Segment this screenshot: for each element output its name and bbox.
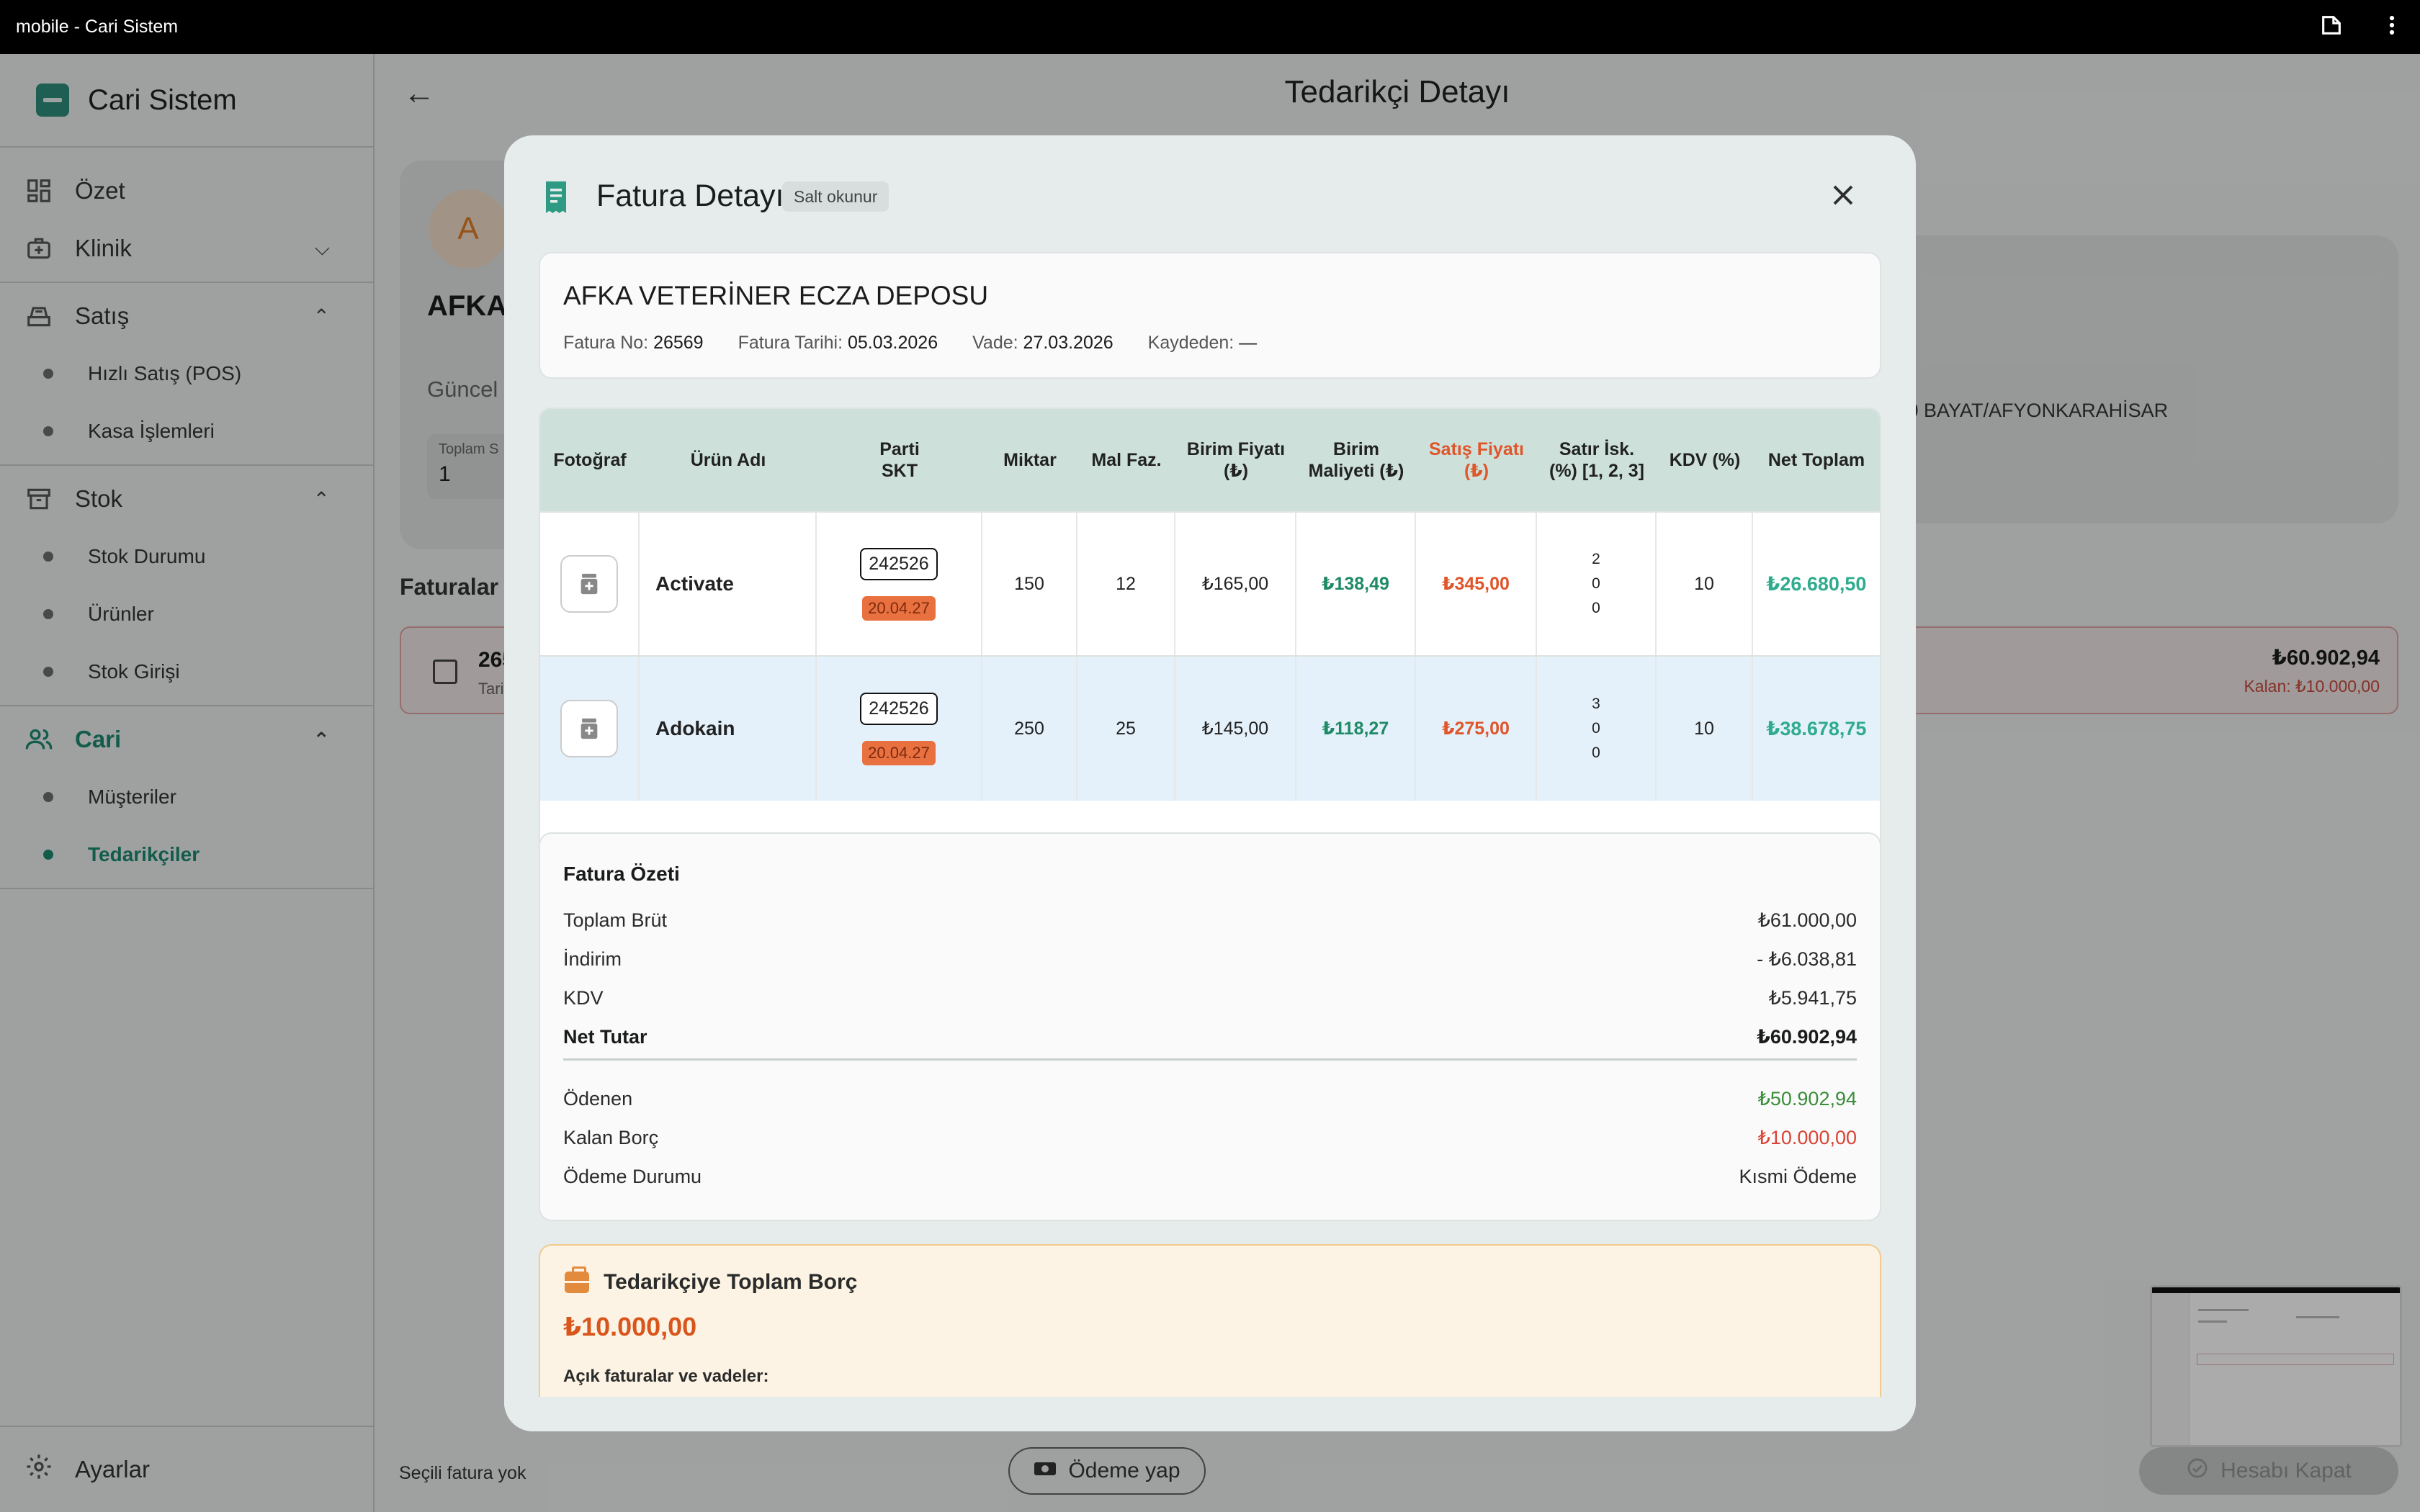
dialog-bottom-edge [504,1397,1916,1431]
col-sale-price-header: Satış Fiyatı (₺) [1429,439,1524,481]
invoice-no: Fatura No: 26569 [563,333,704,353]
col-unit-price-cell: ₺145,00 [1175,657,1296,801]
invoice-summary-card: Fatura Özeti Toplam Brüt ₺61.000,00 İndir… [539,832,1881,1221]
col-lot-expiry-header: Parti SKT [879,439,920,481]
col-quantity-cell: 150 [982,513,1077,655]
more-vert-icon[interactable] [2380,13,2404,42]
discount-value: 0 [1592,720,1600,737]
col-lot-expiry-cell: 242526 20.04.27 [817,513,982,655]
divider [563,1058,1857,1061]
discount-value: 0 [1592,600,1600,616]
col-unit-price-cell: ₺165,00 [1175,513,1296,655]
summary-row-vat: KDV ₺5.941,75 [563,987,1857,1009]
col-photo-cell [540,513,640,655]
debt-title: Tedarikçiye Toplam Borç [604,1270,858,1294]
discount-value: 2 [1592,551,1600,567]
debt-amount: ₺10.000,00 [563,1312,697,1341]
close-icon[interactable] [1818,170,1868,220]
col-line-discount-cell: 2 0 0 [1537,513,1657,655]
col-vat-cell: 10 [1657,657,1753,801]
col-photo-header: Fotoğraf [553,450,627,470]
table-row[interactable]: Activate 242526 20.04.27 150 12 ₺165,00 ₺138,4… [540,511,1880,655]
expiry-badge: 20.04.27 [862,740,936,765]
product-photo-placeholder[interactable] [560,700,618,757]
col-vat-cell: 10 [1657,513,1753,655]
col-sale-price-cell: ₺345,00 [1416,513,1537,655]
lot-number: 242526 [860,692,938,725]
summary-row-remaining: Kalan Borç ₺10.000,00 [563,1127,1857,1148]
col-unit-cost-header: Birim Maliyeti (₺) [1308,439,1404,481]
col-unit-price-header: Birim Fiyatı (₺) [1186,439,1286,481]
summary-row-paid: Ödenen ₺50.902,94 [563,1088,1857,1110]
invoice-detail-dialog: Fatura Detayı Salt okunur AFKA VETERİNER… [504,135,1916,1431]
col-photo-cell [540,657,640,801]
col-vat-header: KDV (%) [1669,450,1741,470]
rotate-icon[interactable] [2319,13,2344,42]
summary-title: Fatura Özeti [563,863,680,885]
table-row[interactable]: Adokain 242526 20.04.27 250 25 ₺145,00 ₺118,27… [540,655,1880,801]
summary-row-discount: İndirim - ₺6.038,81 [563,948,1857,970]
read-only-badge: Salt okunur [782,181,889,212]
col-product-header: Ürün Adı [690,450,766,470]
col-line-discount-cell: 3 0 0 [1537,657,1657,801]
receipt-icon [542,180,570,215]
col-free-goods-cell: 25 [1077,657,1175,801]
discount-value: 3 [1592,696,1600,712]
col-net-total-cell: ₺38.678,75 [1766,717,1867,739]
lot-number: 242526 [860,547,938,580]
col-free-goods-header: Mal Faz. [1091,450,1162,470]
supplier-name: AFKA VETERİNER ECZA DEPOSU [563,281,989,310]
col-net-total-cell: ₺26.680,50 [1766,572,1867,595]
briefcase-icon [565,1266,589,1293]
col-net-total-header: Net Toplam [1767,450,1865,470]
product-photo-placeholder[interactable] [560,555,618,613]
col-unit-cost-cell: ₺138,49 [1296,513,1416,655]
col-line-discount-header: Satır İsk. (%) [1, 2, 3] [1549,439,1644,481]
summary-row-status: Ödeme Durumu Kısmi Ödeme [563,1166,1857,1187]
summary-row-gross: Toplam Brüt ₺61.000,00 [563,909,1857,931]
invoice-header-card: AFKA VETERİNER ECZA DEPOSU Fatura No: 26… [539,252,1881,379]
col-unit-cost-cell: ₺118,27 [1296,657,1416,801]
summary-row-net: Net Tutar ₺60.902,94 [563,1026,1857,1048]
col-lot-expiry-cell: 242526 20.04.27 [817,657,982,801]
col-quantity-cell: 250 [982,657,1077,801]
col-quantity-header: Miktar [1003,450,1057,470]
col-free-goods-cell: 12 [1077,513,1175,655]
system-bar: mobile - Cari Sistem [0,0,2420,54]
recorded-by: Kaydeden: — [1147,333,1258,353]
discount-value: 0 [1592,744,1600,761]
col-product-cell: Activate [640,513,817,655]
col-product-cell: Adokain [640,657,817,801]
open-invoices-label: Açık faturalar ve vadeler: [563,1367,769,1386]
invoice-date: Fatura Tarihi: 05.03.2026 [738,333,938,353]
discount-value: 0 [1592,575,1600,592]
col-sale-price-cell: ₺275,00 [1416,657,1537,801]
expiry-badge: 20.04.27 [862,595,936,621]
due-date: Vade: 27.03.2026 [972,333,1113,353]
table-header: Fotoğraf Ürün Adı Parti SKT Miktar Mal Faz. Bi… [540,409,1880,511]
dialog-title: Fatura Detayı [596,179,784,213]
dialog-header: Fatura Detayı Salt okunur [504,135,1916,251]
invoice-meta: Fatura No: 26569 Fatura Tarihi: 05.03.20… [563,333,1257,354]
window-title: mobile - Cari Sistem [16,17,179,37]
